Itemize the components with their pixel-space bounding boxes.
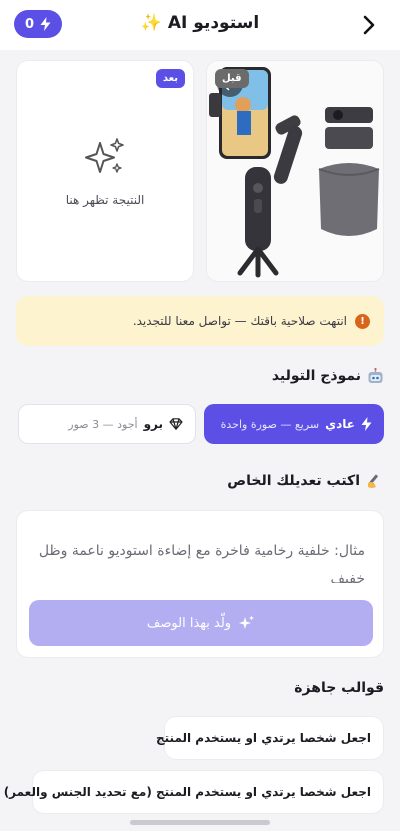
model-option-name: برو xyxy=(143,417,163,431)
model-option-desc: سريع — صورة واحدة xyxy=(220,417,320,431)
before-preview-card: قبل xyxy=(206,60,384,282)
diamond-icon xyxy=(169,418,183,430)
sparkles-icon xyxy=(239,615,255,629)
lightning-icon xyxy=(40,17,51,31)
template-item[interactable]: اجعل شخصا يرتدي او يستخدم المنتج xyxy=(156,716,384,760)
prompt-textarea[interactable]: مثال: خلفية رخامية فاخرة مع إضاءة استودي… xyxy=(33,537,365,583)
sparkles-icon xyxy=(85,138,124,173)
templates-section-title: قوالب جاهزة xyxy=(294,680,384,696)
edit-title-label: اكتب تعديلك الخاص xyxy=(227,473,360,489)
credits-count: 0 xyxy=(24,16,35,32)
model-option-desc: أجود — 3 صور xyxy=(68,417,138,431)
writing-hand-icon xyxy=(368,474,378,488)
model-option-pro[interactable]: برو أجود — 3 صور xyxy=(18,404,196,444)
template-item[interactable]: اجعل شخصا يرتدي او يستخدم المنتج (مع تحد… xyxy=(4,770,384,814)
robot-icon xyxy=(368,368,383,383)
model-option-name: عادي xyxy=(325,417,355,431)
model-section-title: نموذج التوليد xyxy=(272,368,384,384)
edit-section-title: اكتب تعديلك الخاص xyxy=(227,473,384,489)
model-option-normal[interactable]: عادي سريع — صورة واحدة xyxy=(204,404,384,444)
result-placeholder: النتيجة تظهر هنا xyxy=(65,193,145,207)
generate-label: ولّد بهذا الوصف xyxy=(146,615,232,631)
generate-button[interactable]: ولّد بهذا الوصف xyxy=(29,600,373,646)
before-badge: قبل xyxy=(215,69,249,88)
home-indicator xyxy=(130,820,270,825)
lightning-icon xyxy=(361,417,372,431)
prompt-box: مثال: خلفية رخامية فاخرة مع إضاءة استودي… xyxy=(16,510,384,658)
after-badge: بعد xyxy=(155,69,185,88)
alert-text: انتهت صلاحية باقتك — تواصل معنا للتجديد. xyxy=(132,314,347,328)
model-title-label: نموذج التوليد xyxy=(271,368,361,384)
exclamation-icon: ! xyxy=(355,313,370,329)
after-preview-card: بعد النتيجة تظهر هنا xyxy=(16,60,194,282)
subscription-alert: ! انتهت صلاحية باقتك — تواصل معنا للتجدي… xyxy=(16,296,384,346)
credits-badge[interactable]: 0 xyxy=(14,10,62,38)
app-header: استوديو AI ✨ 0 xyxy=(0,0,400,50)
